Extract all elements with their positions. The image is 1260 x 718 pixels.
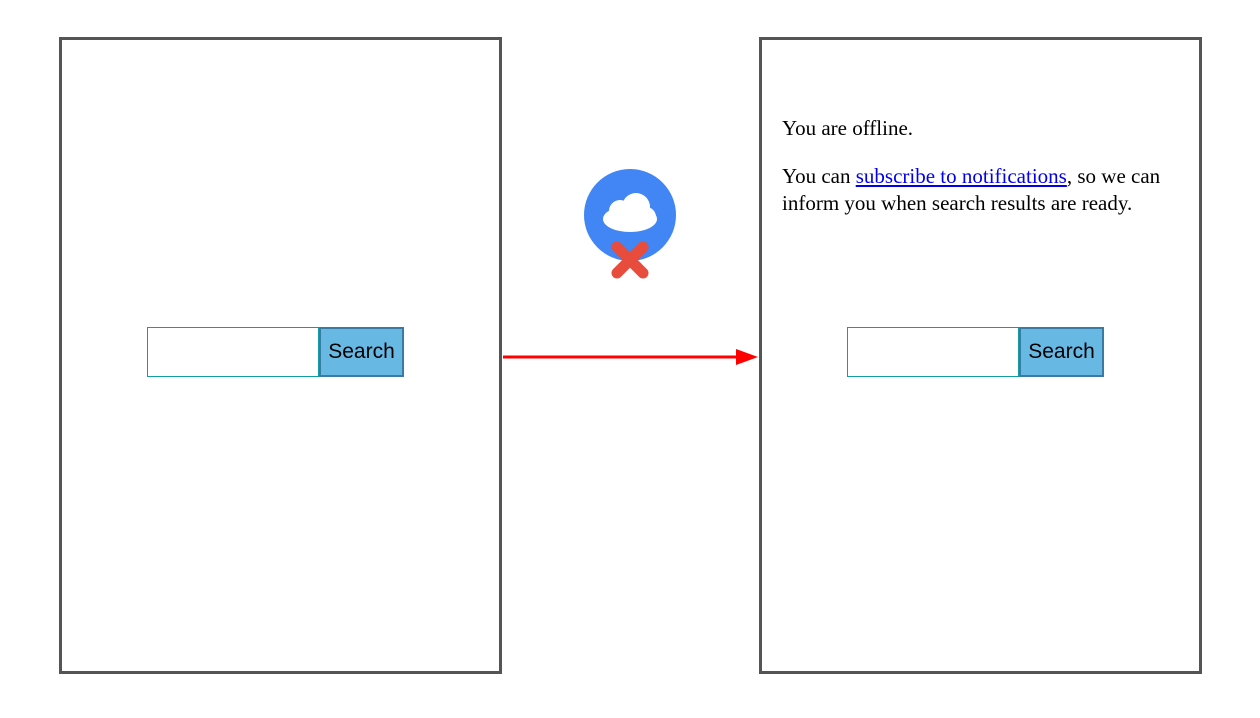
search-input[interactable] bbox=[847, 327, 1019, 377]
offline-message: You are offline. You can subscribe to no… bbox=[782, 115, 1187, 238]
search-button[interactable]: Search bbox=[1019, 327, 1104, 377]
panel-before: Search bbox=[59, 37, 502, 674]
search-button[interactable]: Search bbox=[319, 327, 404, 377]
offline-detail: You can subscribe to notifications, so w… bbox=[782, 163, 1187, 216]
search-group-right: Search bbox=[847, 327, 1104, 377]
x-icon bbox=[617, 247, 643, 273]
panel-after: You are offline. You can subscribe to no… bbox=[759, 37, 1202, 674]
search-input[interactable] bbox=[147, 327, 319, 377]
subscribe-link[interactable]: subscribe to notifications bbox=[856, 164, 1067, 188]
arrow-right-icon bbox=[503, 347, 758, 367]
offline-prefix: You can bbox=[782, 164, 856, 188]
search-group-left: Search bbox=[147, 327, 404, 377]
offline-title: You are offline. bbox=[782, 115, 1187, 141]
cloud-offline-icon bbox=[580, 167, 680, 280]
